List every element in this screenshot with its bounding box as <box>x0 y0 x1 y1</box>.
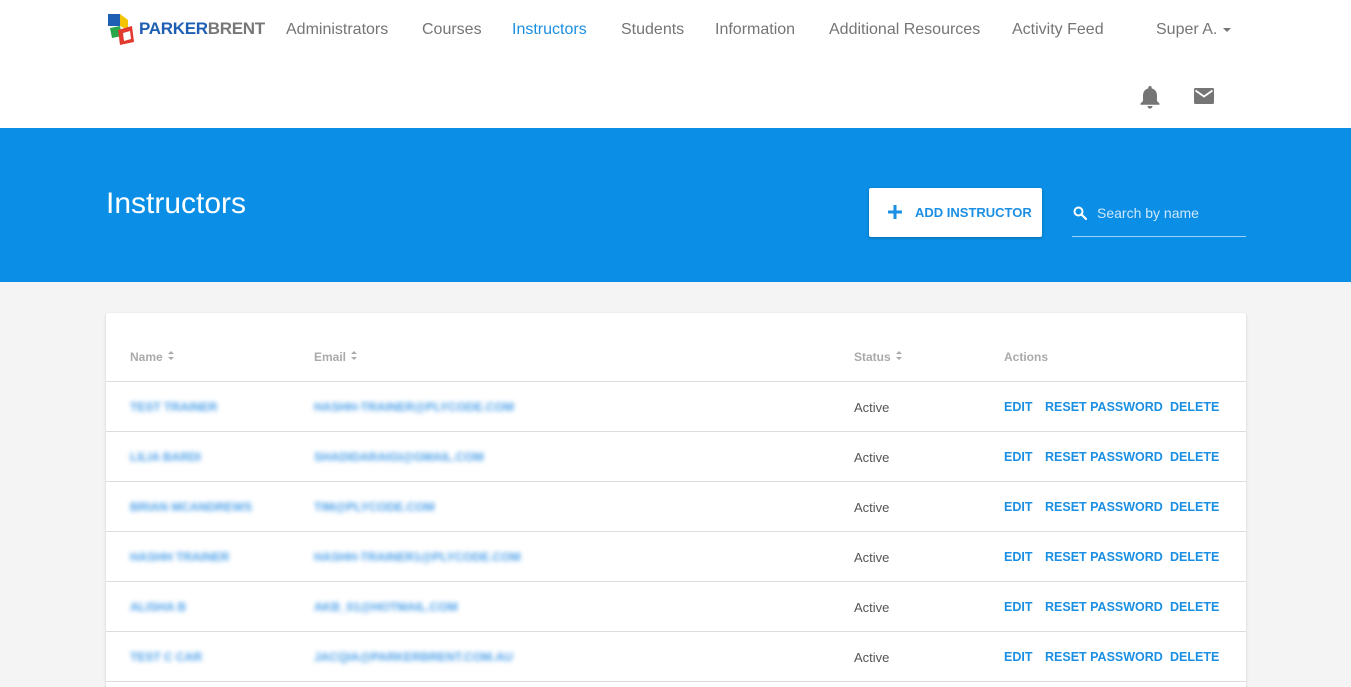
table-row: ALISHA B AKB_01@HOTMAIL.COM Active EDIT … <box>106 582 1246 632</box>
search-input[interactable] <box>1097 201 1242 225</box>
instructor-email[interactable]: JACQIA@PARKERBRENT.COM.AU <box>314 650 513 664</box>
brand-name-part1: PARKER <box>139 19 208 38</box>
delete-button[interactable]: DELETE <box>1170 650 1219 664</box>
user-menu[interactable]: Super A. <box>1156 21 1232 39</box>
brand-name-part2: BRENT <box>207 19 265 38</box>
table-row: HASHH TRAINER HASHH-TRAINER1@PLYCODE.COM… <box>106 532 1246 582</box>
instructor-status: Active <box>854 400 890 415</box>
column-header-status[interactable]: Status <box>854 350 902 364</box>
reset-password-button[interactable]: RESET PASSWORD <box>1045 450 1163 464</box>
sort-icon <box>351 351 358 360</box>
instructors-table: Name Email Status Actions TEST TRAINER H… <box>106 313 1246 687</box>
reset-password-button[interactable]: RESET PASSWORD <box>1045 600 1163 614</box>
instructor-name[interactable]: LILIA BARDI <box>130 450 201 464</box>
delete-button[interactable]: DELETE <box>1170 450 1219 464</box>
top-navbar: PARKERBRENT Administrators Courses Instr… <box>0 0 1351 128</box>
table-row: TEST C CAR JACQIA@PARKERBRENT.COM.AU Act… <box>106 632 1246 682</box>
instructor-email[interactable]: TIM@PLYCODE.COM <box>314 500 435 514</box>
instructor-email[interactable]: AKB_01@HOTMAIL.COM <box>314 600 458 614</box>
add-instructor-label: ADD INSTRUCTOR <box>915 205 1032 220</box>
plus-icon <box>888 205 902 219</box>
brand-logo[interactable]: PARKERBRENT <box>106 11 265 47</box>
instructor-name[interactable]: ALISHA B <box>130 600 186 614</box>
edit-button[interactable]: EDIT <box>1004 650 1032 664</box>
instructor-status: Active <box>854 450 890 465</box>
instructor-status: Active <box>854 550 890 565</box>
bell-icon[interactable] <box>1138 84 1162 110</box>
search-icon <box>1073 206 1087 220</box>
instructor-name[interactable]: BRIAN MCANDREWS <box>130 500 252 514</box>
edit-button[interactable]: EDIT <box>1004 600 1032 614</box>
edit-button[interactable]: EDIT <box>1004 550 1032 564</box>
column-header-actions: Actions <box>1004 350 1049 364</box>
mail-icon[interactable] <box>1193 87 1215 105</box>
reset-password-button[interactable]: RESET PASSWORD <box>1045 500 1163 514</box>
instructor-email[interactable]: HASHH-TRAINER1@PLYCODE.COM <box>314 550 521 564</box>
nav-additional-resources[interactable]: Additional Resources <box>829 21 980 39</box>
reset-password-button[interactable]: RESET PASSWORD <box>1045 650 1163 664</box>
column-header-email[interactable]: Email <box>314 350 358 364</box>
nav-activity-feed[interactable]: Activity Feed <box>1012 21 1104 39</box>
nav-students[interactable]: Students <box>621 21 684 39</box>
nav-courses[interactable]: Courses <box>422 21 482 39</box>
instructor-status: Active <box>854 650 890 665</box>
edit-button[interactable]: EDIT <box>1004 500 1032 514</box>
table-row: BRIAN MCANDREWS TIM@PLYCODE.COM Active E… <box>106 482 1246 532</box>
logo-mark-icon <box>108 14 134 45</box>
delete-button[interactable]: DELETE <box>1170 600 1219 614</box>
sort-icon <box>895 351 902 360</box>
reset-password-button[interactable]: RESET PASSWORD <box>1045 550 1163 564</box>
brand-name: PARKERBRENT <box>139 19 265 39</box>
caret-down-icon <box>1223 27 1232 32</box>
delete-button[interactable]: DELETE <box>1170 550 1219 564</box>
edit-button[interactable]: EDIT <box>1004 450 1032 464</box>
nav-administrators[interactable]: Administrators <box>286 21 388 39</box>
instructor-name[interactable]: TEST TRAINER <box>130 400 217 414</box>
instructor-email[interactable]: HASHH-TRAINER@PLYCODE.COM <box>314 400 514 414</box>
column-header-email-label: Email <box>314 350 347 364</box>
delete-button[interactable]: DELETE <box>1170 400 1219 414</box>
edit-button[interactable]: EDIT <box>1004 400 1032 414</box>
table-row: TEST TRAINER HASHH-TRAINER@PLYCODE.COM A… <box>106 382 1246 432</box>
delete-button[interactable]: DELETE <box>1170 500 1219 514</box>
instructor-status: Active <box>854 500 890 515</box>
column-header-name-label: Name <box>130 350 163 364</box>
instructor-email[interactable]: SHADIDARAIGI@GMAIL.COM <box>314 450 484 464</box>
search-box <box>1072 196 1246 237</box>
table-row: LILIA BARDI SHADIDARAIGI@GMAIL.COM Activ… <box>106 432 1246 482</box>
page-title: Instructors <box>106 187 247 220</box>
column-header-status-label: Status <box>854 350 891 364</box>
table-header: Name Email Status Actions <box>106 313 1246 382</box>
add-instructor-button[interactable]: ADD INSTRUCTOR <box>869 188 1042 237</box>
column-header-name[interactable]: Name <box>130 350 174 364</box>
instructor-status: Active <box>854 600 890 615</box>
instructor-name[interactable]: HASHH TRAINER <box>130 550 229 564</box>
nav-information[interactable]: Information <box>715 21 795 39</box>
instructor-name[interactable]: TEST C CAR <box>130 650 202 664</box>
page-banner: Instructors ADD INSTRUCTOR <box>0 128 1351 282</box>
sort-icon <box>167 351 174 360</box>
user-name: Super A. <box>1156 21 1218 38</box>
nav-instructors[interactable]: Instructors <box>512 21 587 39</box>
reset-password-button[interactable]: RESET PASSWORD <box>1045 400 1163 414</box>
